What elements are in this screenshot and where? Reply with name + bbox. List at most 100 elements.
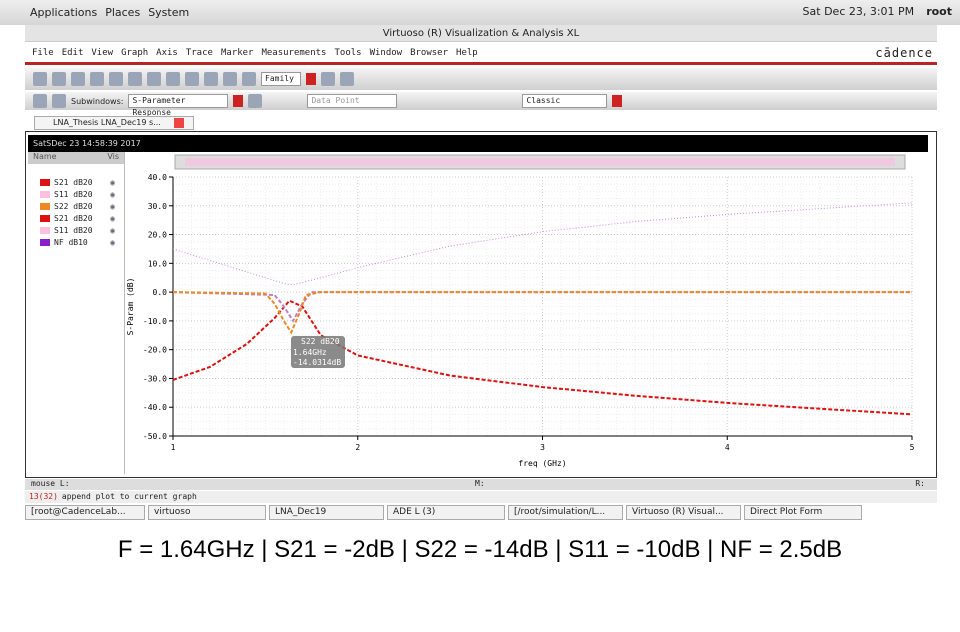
eye-icon[interactable]: ◉ — [110, 190, 115, 199]
x-tick-label: 1 — [171, 443, 176, 452]
chevron-down-icon[interactable] — [306, 73, 316, 85]
command-line[interactable]: 13(32) append plot to current graph — [25, 491, 937, 503]
main-toolbar: Family — [25, 68, 937, 90]
secondary-toolbar: Subwindows: S-Parameter Response Data Po… — [25, 92, 937, 117]
trace-name: S22 dB20 — [54, 201, 93, 211]
overview-thumbnail[interactable] — [185, 158, 895, 166]
y-tick-label: -50.0 — [143, 432, 167, 441]
trace-legend: Name Vis S21 dB20 ◉ S11 dB20 ◉ S22 dB20 ◉ S21 d… — [28, 152, 125, 474]
save-icon[interactable] — [90, 72, 104, 86]
menu-view[interactable]: View — [91, 44, 113, 62]
mouse-left-status: mouse L: — [31, 479, 70, 488]
menu-help[interactable]: Help — [456, 44, 478, 62]
menu-file[interactable]: File — [32, 44, 54, 62]
family-select[interactable]: Family — [261, 72, 301, 86]
menu-edit[interactable]: Edit — [62, 44, 84, 62]
plot-header: SatSDec 23 14:58:39 2017 — [28, 135, 928, 152]
window-title: Virtuoso (R) Visualization & Analysis XL — [25, 25, 937, 42]
menu-measurements[interactable]: Measurements — [261, 44, 326, 62]
trace-color-swatch — [40, 190, 50, 198]
marker-label[interactable]: S22 dB20 1.64GHz -14.0314dB — [291, 336, 345, 368]
legend-item[interactable]: S11 dB20 ◉ — [28, 224, 124, 236]
new-subwindow-icon[interactable] — [52, 72, 66, 86]
zoom-in-icon[interactable] — [204, 72, 218, 86]
style-select[interactable]: Classic — [522, 94, 608, 108]
zoom-fit-icon[interactable] — [242, 72, 256, 86]
y-tick-label: -30.0 — [143, 374, 167, 383]
menu-browser[interactable]: Browser — [410, 44, 448, 62]
eye-icon[interactable]: ◉ — [110, 238, 115, 247]
taskbar-item[interactable]: virtuoso — [148, 505, 266, 520]
legend-item[interactable]: S11 dB20 ◉ — [28, 188, 124, 200]
layout-icon[interactable] — [321, 72, 335, 86]
command-text: append plot to current graph — [61, 492, 197, 501]
legend-item[interactable]: S22 dB20 ◉ — [28, 200, 124, 212]
flag-icon[interactable] — [248, 94, 263, 108]
y-tick-label: 30.0 — [148, 202, 167, 211]
legend-item[interactable]: NF dB10 ◉ — [28, 236, 124, 248]
taskbar-item[interactable]: LNA_Dec19 — [269, 505, 384, 520]
cadence-logo: cādence — [875, 46, 933, 60]
taskbar-item[interactable]: [root@CadenceLab... — [25, 505, 145, 520]
taskbar: [root@CadenceLab... virtuoso LNA_Dec19 ADE … — [25, 504, 937, 521]
grid-icon[interactable] — [340, 72, 354, 86]
pointer-icon[interactable] — [33, 94, 47, 108]
zoom-out-icon[interactable] — [223, 72, 237, 86]
top-panel: Applications Places System Sat Dec 23, 3… — [0, 0, 960, 25]
x-tick-label: 5 — [910, 443, 915, 452]
menu-tools[interactable]: Tools — [334, 44, 361, 62]
y-tick-label: 20.0 — [148, 231, 167, 240]
menu-graph[interactable]: Graph — [121, 44, 148, 62]
y-axis-label: S-Param (dB) — [126, 278, 135, 336]
chevron-down-icon[interactable] — [612, 95, 623, 107]
taskbar-item[interactable]: Virtuoso (R) Visual... — [626, 505, 741, 520]
eye-icon[interactable]: ◉ — [110, 214, 115, 223]
subwindows-label: Subwindows: — [71, 96, 124, 106]
mouse-middle-status: M: — [475, 479, 485, 488]
marker-icon[interactable] — [52, 94, 66, 108]
chevron-down-icon[interactable] — [233, 95, 244, 107]
y-tick-label: -10.0 — [143, 317, 167, 326]
legend-item[interactable]: S21 dB20 ◉ — [28, 176, 124, 188]
x-tick-label: 3 — [540, 443, 545, 452]
cut-icon[interactable] — [147, 72, 161, 86]
eye-icon[interactable]: ◉ — [110, 178, 115, 187]
new-window-icon[interactable] — [33, 72, 47, 86]
close-icon[interactable] — [174, 118, 184, 128]
y-tick-label: -40.0 — [143, 403, 167, 412]
tab-lna-thesis[interactable]: LNA_Thesis LNA_Dec19 s... — [34, 116, 194, 130]
eye-icon[interactable]: ◉ — [110, 226, 115, 235]
marker-type-select[interactable]: Data Point — [307, 94, 398, 108]
menu-trace[interactable]: Trace — [186, 44, 213, 62]
y-tick-label: 0.0 — [153, 288, 168, 297]
subwindow-select[interactable]: S-Parameter Response — [128, 94, 229, 117]
plot-area[interactable]: 40.0 30.0 20.0 10.0 0.0 -10.0 -20.0 -30.0 -40.0 -… — [125, 152, 930, 474]
trace-color-swatch — [40, 214, 50, 222]
apps-menu[interactable]: Applications — [30, 6, 97, 19]
x-tick-label: 4 — [725, 443, 730, 452]
user-name[interactable]: root — [926, 5, 952, 18]
name-header: Name — [33, 152, 57, 161]
vis-header: Vis — [107, 152, 119, 161]
taskbar-item[interactable]: ADE L (3) — [387, 505, 505, 520]
clock[interactable]: Sat Dec 23, 3:01 PM — [803, 5, 915, 18]
system-menu[interactable]: System — [148, 6, 189, 19]
menu-axis[interactable]: Axis — [156, 44, 178, 62]
eye-icon[interactable]: ◉ — [110, 202, 115, 211]
divider — [25, 62, 937, 65]
open-icon[interactable] — [71, 72, 85, 86]
menu-marker[interactable]: Marker — [221, 44, 254, 62]
caption: F = 1.64GHz | S21 = -2dB | S22 = -14dB |… — [117, 536, 843, 563]
taskbar-item[interactable]: [/root/simulation/L... — [508, 505, 623, 520]
places-menu[interactable]: Places — [105, 6, 140, 19]
trace-color-swatch — [40, 238, 50, 246]
print-icon[interactable] — [109, 72, 123, 86]
undo-icon[interactable] — [128, 72, 142, 86]
menu-window[interactable]: Window — [370, 44, 403, 62]
legend-item[interactable]: S21 dB20 ◉ — [28, 212, 124, 224]
trace-name: S11 dB20 — [54, 225, 93, 235]
paste-icon[interactable] — [166, 72, 180, 86]
delete-icon[interactable] — [185, 72, 199, 86]
trace-color-swatch — [40, 202, 50, 210]
taskbar-item[interactable]: Direct Plot Form — [744, 505, 862, 520]
